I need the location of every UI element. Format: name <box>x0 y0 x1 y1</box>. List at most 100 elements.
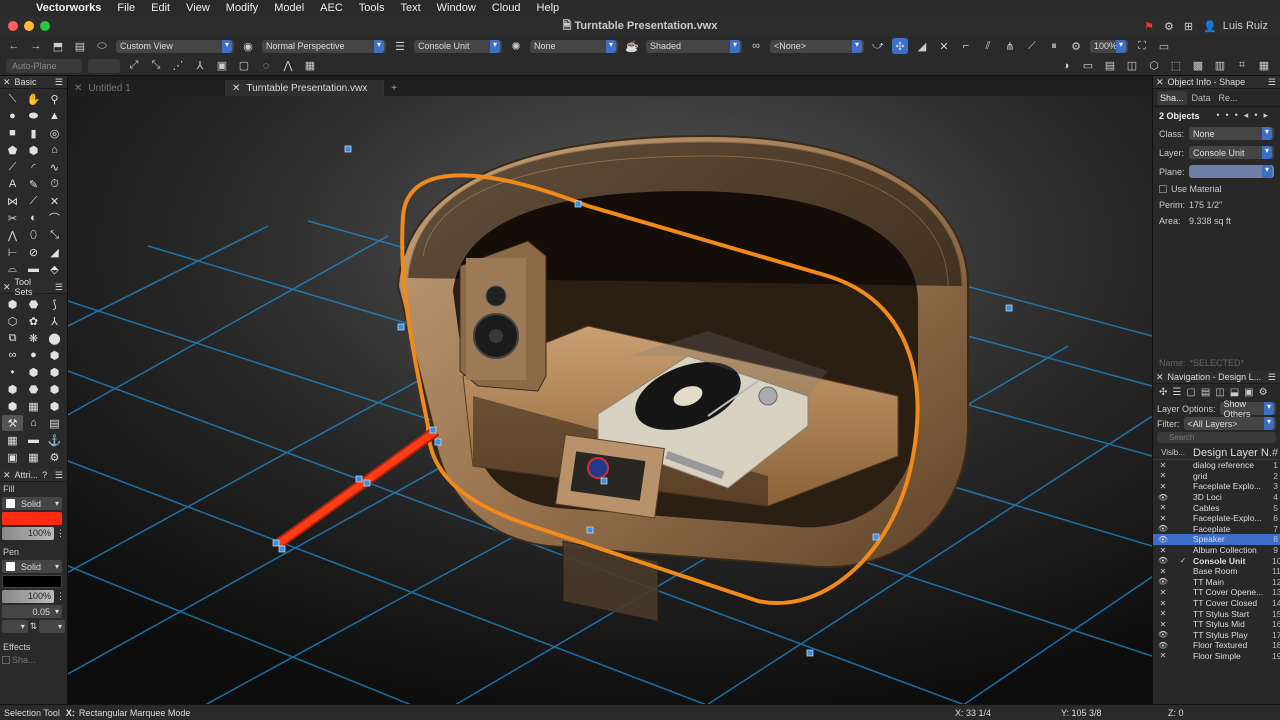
hidden-icon[interactable]: ✕ <box>1153 503 1173 512</box>
eye-icon[interactable]: 👁 <box>1153 641 1173 650</box>
tab-turntable-presentation[interactable]: ✕ Turntable Presentation.vwx <box>226 80 384 96</box>
visibility-column-header[interactable]: Visib... <box>1153 448 1193 457</box>
hidden-icon[interactable]: ✕ <box>1153 514 1173 523</box>
machine-design-icon[interactable]: ⚒ <box>2 415 23 431</box>
active-layer-dropdown[interactable]: Console Unit <box>414 39 502 53</box>
layer-row[interactable]: ✕ TT Stylus Mid 16 <box>1153 619 1280 630</box>
menu-file[interactable]: File <box>109 2 143 14</box>
layer-options-dropdown[interactable]: Show Others <box>1219 399 1276 419</box>
ruler-icon[interactable]: ⟋ <box>1024 38 1040 54</box>
handle[interactable] <box>600 477 608 485</box>
filter-dropdown[interactable]: <All Layers> <box>1183 417 1276 430</box>
measure-icon[interactable]: ⫽ <box>980 38 996 54</box>
trim-tool-icon[interactable]: ✂ <box>2 210 23 226</box>
close-attributes-icon[interactable]: ✕ <box>3 470 11 481</box>
render-icon[interactable]: ☕ <box>624 38 640 54</box>
fill-opacity-menu-icon[interactable]: ⋮ <box>56 528 65 539</box>
visualization-icon[interactable]: ✿ <box>23 313 44 329</box>
flyover-tool-icon[interactable]: ⌓ <box>2 261 23 277</box>
settings-icon[interactable]: ⚙ <box>1164 20 1174 33</box>
handle[interactable] <box>806 649 814 657</box>
column-icon[interactable]: ⬢ <box>44 398 65 414</box>
reshape-tool-icon[interactable]: ⋀ <box>2 227 23 243</box>
eye-icon[interactable]: 👁 <box>1153 493 1173 502</box>
eye-icon[interactable]: 👁 <box>1153 577 1173 586</box>
paint-tool-icon[interactable]: ⬘ <box>44 261 65 277</box>
layer-row[interactable]: ✕ dialog reference 1 <box>1153 460 1280 471</box>
handle[interactable] <box>429 426 437 434</box>
callout-tool-icon[interactable]: ✎ <box>23 176 44 192</box>
spiral-tool-icon[interactable]: ◎ <box>44 125 65 141</box>
detailing-icon[interactable]: ⬡ <box>2 313 23 329</box>
walkthrough-tool-icon[interactable]: ◢ <box>44 244 65 260</box>
menu-view[interactable]: View <box>178 2 218 14</box>
plumbing-icon[interactable]: ▦ <box>2 432 23 448</box>
sheets-icon[interactable]: ▢ <box>1186 387 1195 398</box>
attribute-map-tool-icon[interactable]: ▬ <box>23 261 44 277</box>
hidden-icon[interactable]: ✕ <box>1153 651 1173 660</box>
layers-tab-icon[interactable]: ☰ <box>1172 387 1181 398</box>
name-column-header[interactable]: Design Layer N... <box>1193 447 1272 459</box>
cable-icon[interactable]: ▦ <box>23 449 44 465</box>
landmark-icon[interactable]: ⌂ <box>23 415 44 431</box>
rectangle-tool-icon[interactable]: ■ <box>2 125 23 141</box>
speaker[interactable] <box>459 240 547 392</box>
handle[interactable] <box>397 323 405 331</box>
fill-color-swatch[interactable] <box>2 512 62 525</box>
images-icon[interactable]: ▣ <box>1244 387 1253 398</box>
layer-dropdown[interactable]: Console Unit <box>1189 146 1274 159</box>
lasso-icon[interactable]: ◌ <box>258 58 274 74</box>
cloud-alert-icon[interactable]: ⚑ <box>1144 20 1154 33</box>
protractor-tool-icon[interactable]: ⊘ <box>23 244 44 260</box>
layer-row[interactable]: 👁 TT Stylus Play 17 <box>1153 630 1280 641</box>
end-marker-dropdown[interactable] <box>39 620 65 633</box>
double-line-tool-icon[interactable]: ⌂ <box>44 142 65 158</box>
hidden-icon[interactable]: ✕ <box>1153 599 1173 608</box>
gear-tools-icon[interactable]: ⚙ <box>44 449 65 465</box>
menu-edit[interactable]: Edit <box>143 2 178 14</box>
active-check-icon[interactable]: ✓ <box>1173 556 1193 565</box>
handle[interactable] <box>355 475 363 483</box>
triangle-tool-icon[interactable]: ▲ <box>44 108 65 124</box>
minimize-window-button[interactable] <box>24 21 34 31</box>
fire-icon[interactable]: ⬢ <box>23 364 44 380</box>
plane-button[interactable] <box>88 58 120 73</box>
hidden-icon[interactable]: ✕ <box>1153 461 1173 470</box>
zoom-window-button[interactable] <box>40 21 50 31</box>
group-icon[interactable]: ▣ <box>214 58 230 74</box>
snap-mode-3-icon[interactable]: ⋰ <box>170 58 186 74</box>
render-mode-dropdown[interactable]: Shaded <box>646 39 742 53</box>
space-icon[interactable]: ⬢ <box>2 398 23 414</box>
plane-dropdown[interactable] <box>1189 165 1274 178</box>
menu-model[interactable]: Model <box>266 2 312 14</box>
image-icon[interactable]: ▩ <box>1190 58 1206 74</box>
saved-views-icon[interactable]: ⬒ <box>50 38 66 54</box>
render-extra-dropdown[interactable]: <None> <box>770 39 864 53</box>
layer-row[interactable]: 👁 ✓ Console Unit 10 <box>1153 555 1280 566</box>
close-oi-icon[interactable]: ✕ <box>1156 77 1164 88</box>
dimension-icon[interactable]: ⌐ <box>958 38 974 54</box>
pen-opacity-menu-icon[interactable]: ⋮ <box>56 591 65 602</box>
building-shell-icon[interactable]: ⬢ <box>2 296 23 312</box>
snap-mode-1-icon[interactable]: ⤢ <box>126 58 142 74</box>
handle[interactable] <box>434 438 442 446</box>
layer-row[interactable]: ✕ Floor Simple 19 <box>1153 651 1280 662</box>
move-tool-icon[interactable]: ⤡ <box>44 227 65 243</box>
user-account[interactable]: 👤 Luis Ruiz <box>1203 20 1268 33</box>
classes-icon[interactable]: ✣ <box>1159 387 1167 398</box>
forward-arrow-icon[interactable]: → <box>28 38 44 54</box>
layer-row[interactable]: ✕ Faceplate-Explo... 6 <box>1153 513 1280 524</box>
layer-row[interactable]: ✕ Base Room 11 <box>1153 566 1280 577</box>
nav-menu-icon[interactable]: ☰ <box>1268 372 1280 383</box>
close-tab-icon[interactable]: ✕ <box>74 83 82 94</box>
snap-mode-2-icon[interactable]: ⤡ <box>148 58 164 74</box>
window-icon[interactable]: ▭ <box>1080 58 1096 74</box>
eyedropper-tool-icon[interactable]: ⟋ <box>23 193 44 209</box>
close-window-button[interactable] <box>8 21 18 31</box>
layer-row[interactable]: 👁 Speaker 8 <box>1153 534 1280 545</box>
dimension-tool-icon[interactable]: ⏱ <box>44 176 65 192</box>
arc-tool-icon[interactable]: ◜ <box>23 159 44 175</box>
auto-plane-button[interactable]: Auto-Plane <box>6 58 82 73</box>
box-icon[interactable]: ⬚ <box>1168 58 1184 74</box>
handle[interactable] <box>272 539 280 547</box>
